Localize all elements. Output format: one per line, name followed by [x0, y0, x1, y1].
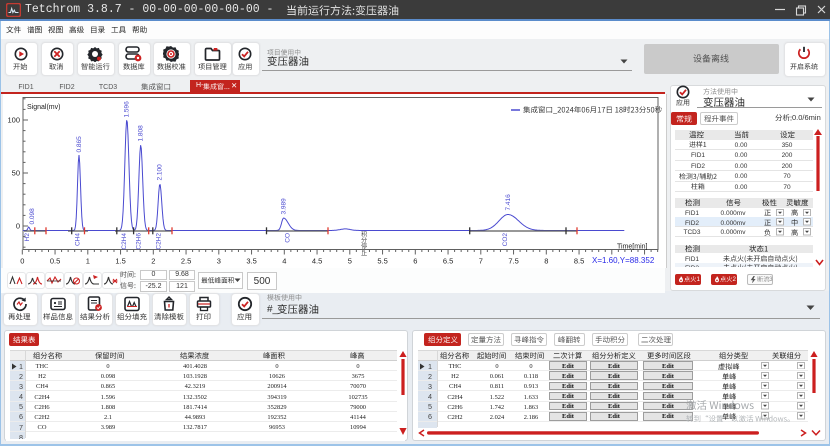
svg-text:Signal(mv): Signal(mv) [27, 104, 60, 111]
svg-text:0.098: 0.098 [29, 208, 36, 225]
svg-text:X=1.60,Y=88.352: X=1.60,Y=88.352 [592, 256, 655, 265]
svg-text:3.989: 3.989 [280, 198, 287, 215]
svg-text:5: 5 [348, 257, 352, 266]
svg-text:1: 1 [86, 257, 90, 266]
svg-text:1.808: 1.808 [138, 125, 145, 142]
svg-text:4: 4 [282, 257, 286, 266]
svg-text:0: 0 [20, 257, 24, 266]
svg-text:2.100: 2.100 [157, 164, 164, 181]
svg-text:3: 3 [217, 257, 221, 266]
svg-text:4.5: 4.5 [312, 257, 322, 266]
svg-text:6: 6 [413, 257, 417, 266]
svg-text:5.5: 5.5 [377, 257, 387, 266]
svg-text:3.5: 3.5 [246, 257, 256, 266]
svg-text:2.5: 2.5 [181, 257, 191, 266]
svg-text:7.416: 7.416 [505, 194, 512, 211]
svg-text:CO: CO [285, 233, 292, 243]
svg-text:Time[min]: Time[min] [617, 244, 648, 251]
svg-text:0.5: 0.5 [50, 257, 60, 266]
svg-text:CO2: CO2 [502, 233, 509, 247]
svg-text:100: 100 [7, 116, 20, 125]
svg-text:7: 7 [479, 257, 483, 266]
svg-text:1.5: 1.5 [115, 257, 125, 266]
svg-text:CH4: CH4 [75, 233, 82, 246]
svg-text:C2H2: C2H2 [156, 233, 163, 250]
svg-text:H2: H2 [24, 233, 31, 242]
svg-text:2: 2 [151, 257, 155, 266]
svg-text:0: 0 [16, 222, 20, 231]
svg-text:8.5: 8.5 [574, 257, 584, 266]
svg-text:C2H6: C2H6 [136, 233, 143, 250]
svg-text:6.5: 6.5 [443, 257, 453, 266]
svg-text:8: 8 [544, 257, 548, 266]
svg-text:50: 50 [12, 169, 20, 178]
svg-text:C2H4: C2H4 [121, 233, 128, 250]
svg-text:1.596: 1.596 [124, 101, 131, 118]
svg-text:0.865: 0.865 [76, 136, 83, 153]
svg-text:7.5: 7.5 [508, 257, 518, 266]
